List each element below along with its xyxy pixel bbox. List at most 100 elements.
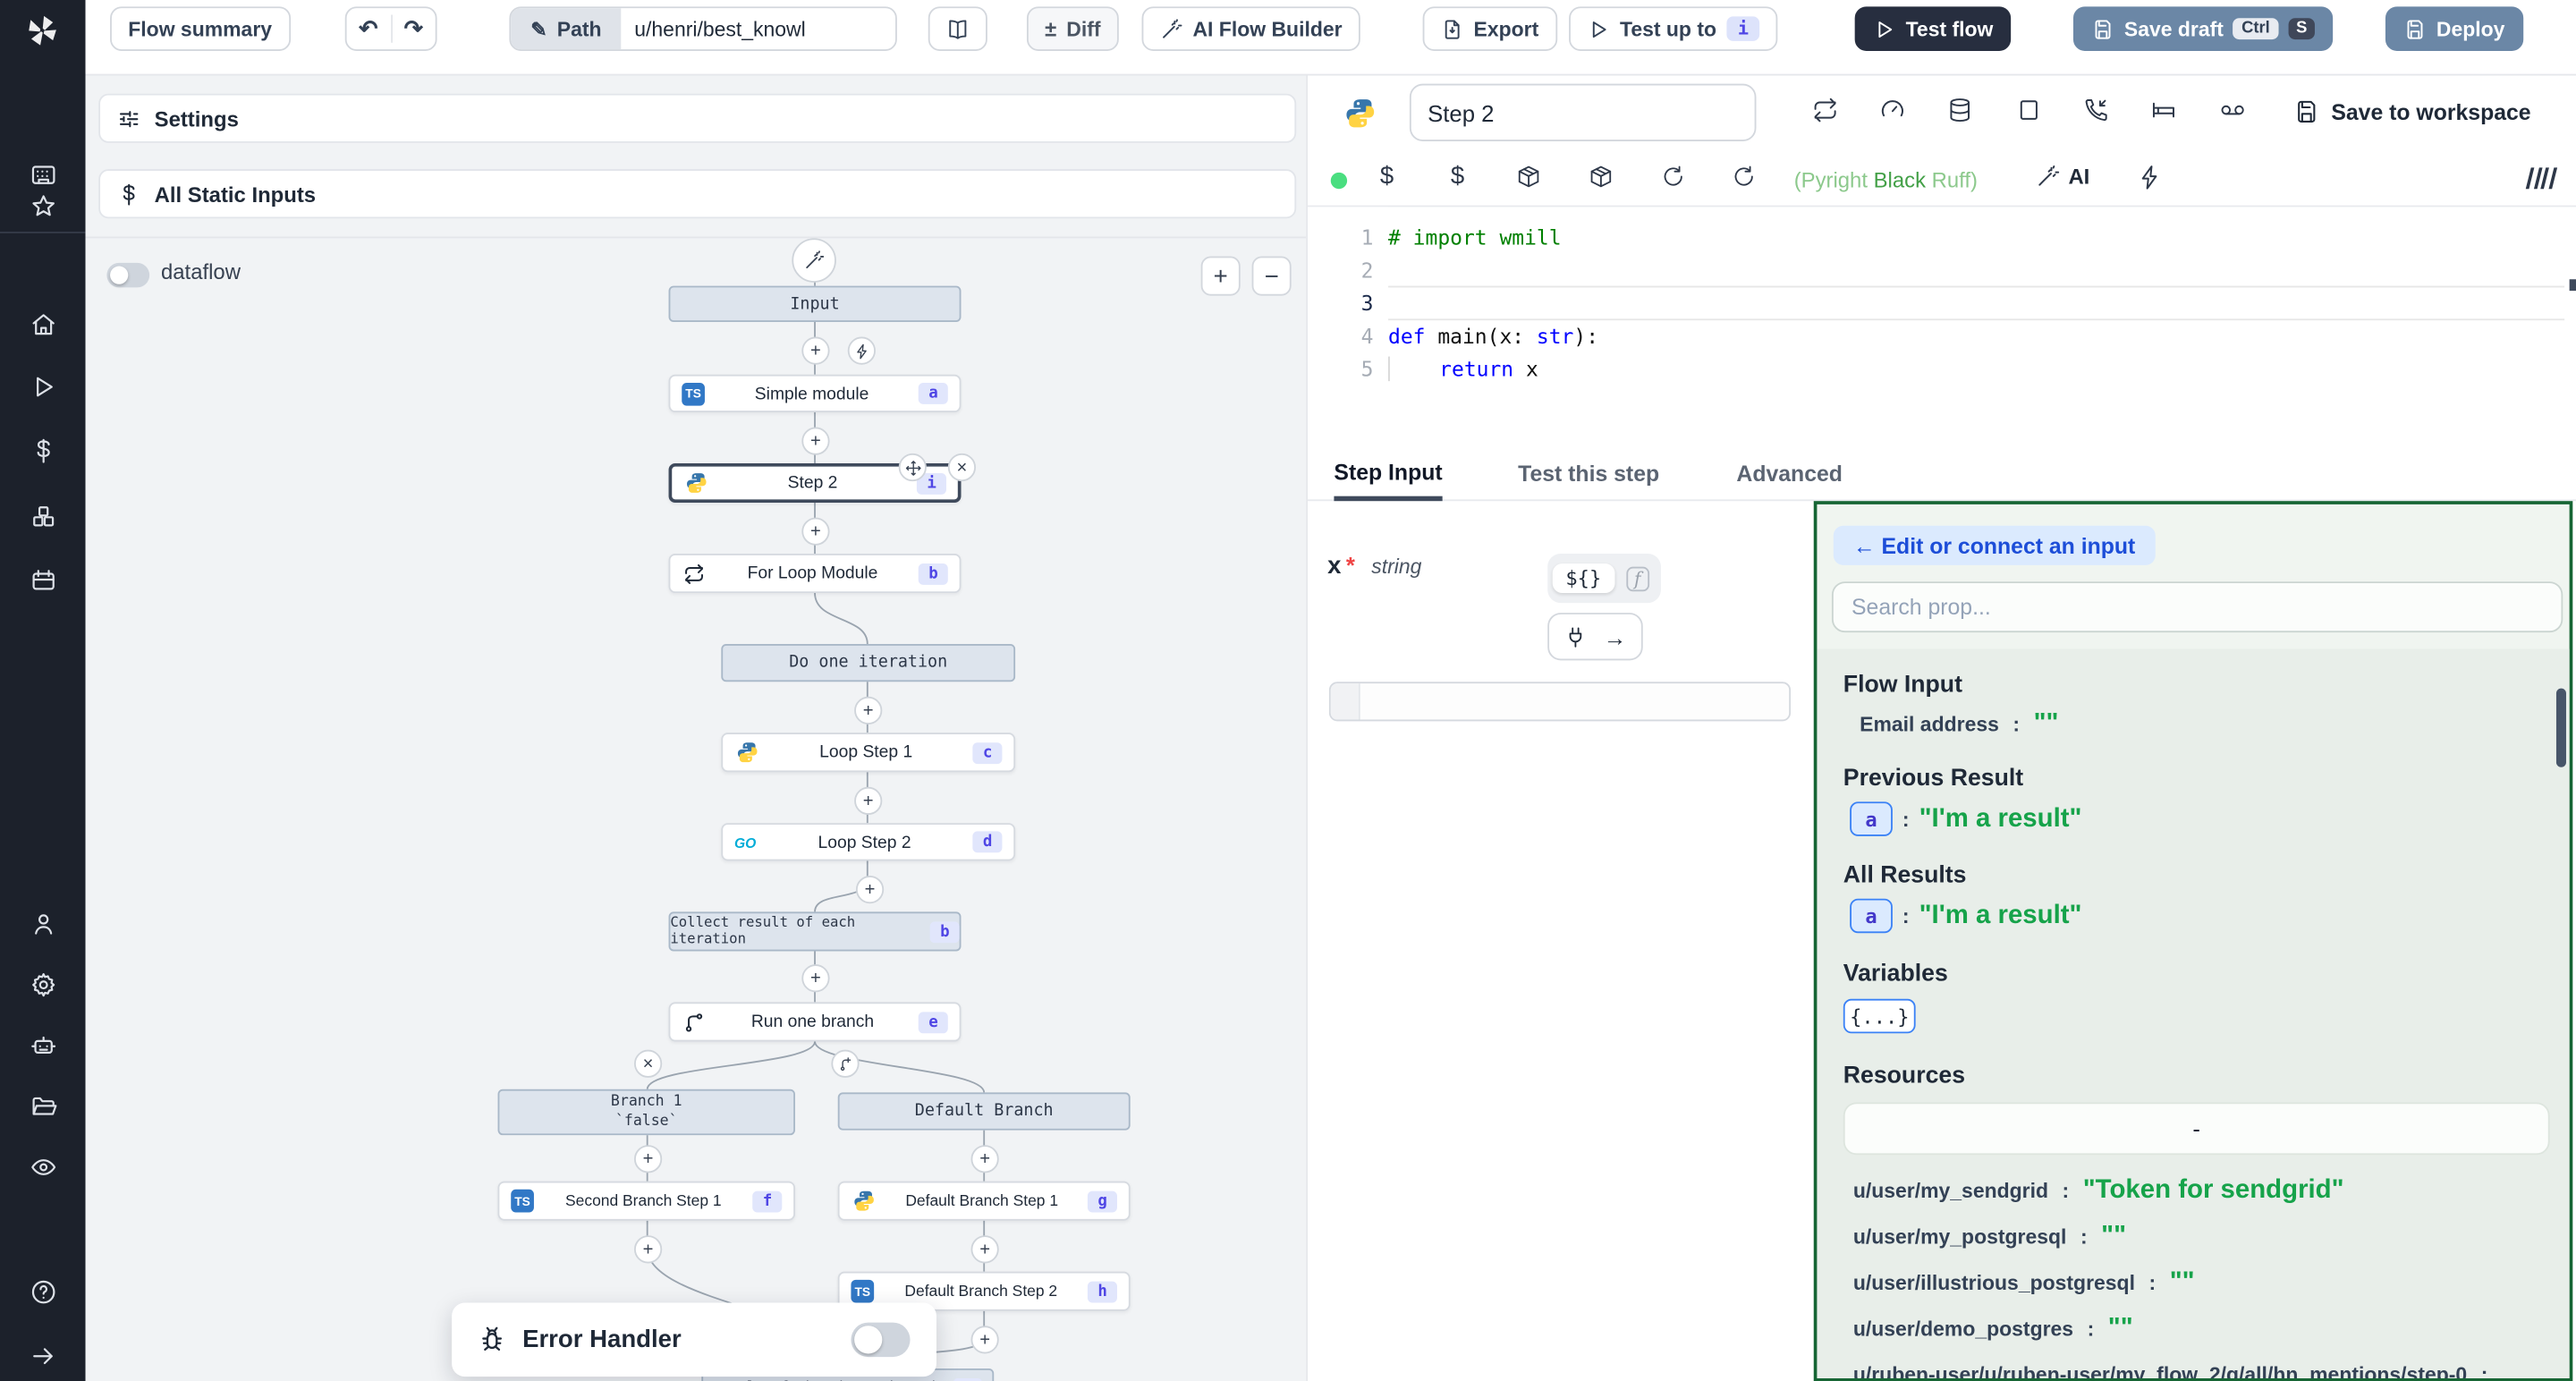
test-flow-button[interactable]: Test flow bbox=[1855, 6, 2012, 51]
resource-row[interactable]: u/user/my_sendgrid : "Token for sendgrid… bbox=[1853, 1176, 2550, 1206]
arg-value-input[interactable] bbox=[1329, 682, 1791, 721]
mock-square-icon[interactable] bbox=[2016, 97, 2042, 123]
folders-icon[interactable] bbox=[0, 1084, 86, 1127]
prop-picker-scroll[interactable]: Flow Input Email address : "" Previous R… bbox=[1817, 649, 2572, 1381]
add-step-icon[interactable]: + bbox=[801, 518, 829, 546]
add-step-icon[interactable]: + bbox=[801, 964, 829, 992]
connect-input-buttons[interactable]: → bbox=[1547, 613, 1643, 660]
search-prop-input[interactable] bbox=[1832, 581, 2563, 632]
workers-robot-icon[interactable] bbox=[0, 1023, 86, 1066]
resource-path[interactable]: u/user/illustrious_postgresql bbox=[1853, 1272, 2135, 1295]
flow-node-branch1[interactable]: Branch 1 `false` bbox=[498, 1089, 795, 1135]
resource-path[interactable]: u/user/my_postgresql bbox=[1853, 1225, 2067, 1249]
ai-flow-builder-button[interactable]: AI Flow Builder bbox=[1142, 6, 1360, 51]
flow-node-loop-step1[interactable]: Loop Step 1 c bbox=[721, 733, 1015, 772]
export-button[interactable]: Export bbox=[1423, 6, 1557, 51]
step-id-chip[interactable]: a bbox=[1850, 801, 1893, 836]
static-inputs-icon[interactable]: $ bbox=[1380, 163, 1394, 191]
package-icon[interactable] bbox=[1589, 165, 1614, 190]
undo-icon[interactable]: ↶ bbox=[347, 15, 393, 43]
flow-node-default-branch[interactable]: Default Branch bbox=[838, 1092, 1131, 1130]
resource-row[interactable]: u/user/illustrious_postgresql : "" bbox=[1853, 1268, 2550, 1298]
input-mode-toggle[interactable]: ${} f bbox=[1547, 554, 1660, 603]
tab-advanced[interactable]: Advanced bbox=[1736, 447, 1843, 502]
audit-eye-icon[interactable] bbox=[0, 1145, 86, 1188]
cache-database-icon[interactable] bbox=[1947, 97, 1973, 123]
arrow-right-icon[interactable]: → bbox=[1604, 623, 1627, 649]
flow-node-default-branch-step1[interactable]: Default Branch Step 1 g bbox=[838, 1182, 1131, 1221]
retries-icon[interactable] bbox=[1812, 97, 1838, 123]
expand-sidebar-arrow-icon[interactable] bbox=[0, 1334, 86, 1377]
prop-row[interactable]: a : "I'm a result" bbox=[1850, 801, 2549, 836]
zoom-out-button[interactable]: − bbox=[1252, 257, 1292, 296]
add-step-icon[interactable]: + bbox=[971, 1235, 999, 1263]
flow-canvas[interactable]: Settings All Static Inputs dataflow + − bbox=[86, 75, 1307, 1381]
resource-path[interactable]: u/user/my_sendgrid bbox=[1853, 1180, 2048, 1203]
add-branch-icon[interactable] bbox=[831, 1050, 859, 1078]
back-to-edit-button[interactable]: ← Edit or connect an input bbox=[1834, 526, 2156, 565]
add-step-icon[interactable]: + bbox=[971, 1145, 999, 1173]
add-step-icon[interactable]: + bbox=[634, 1145, 662, 1173]
flow-node-collect-result[interactable]: Collect result of each iteration b bbox=[669, 911, 962, 951]
add-step-icon[interactable]: + bbox=[971, 1326, 999, 1353]
collapse-branch-icon[interactable]: × bbox=[634, 1050, 662, 1078]
ai-gen-button[interactable]: AI bbox=[2036, 165, 2090, 190]
variables-picker-icon[interactable]: $ bbox=[1451, 163, 1464, 191]
favorites-star-icon[interactable] bbox=[0, 184, 86, 227]
add-step-icon[interactable]: + bbox=[854, 787, 882, 815]
move-step-icon[interactable] bbox=[899, 453, 927, 481]
resource-row[interactable]: u/ruben-user/u/ruben-user/my_flow_2/g/al… bbox=[1853, 1360, 2550, 1381]
function-mode-option[interactable]: f bbox=[1626, 566, 1649, 591]
runs-icon[interactable] bbox=[0, 365, 86, 408]
variables-icon[interactable] bbox=[0, 428, 86, 471]
library-icon[interactable] bbox=[2525, 167, 2555, 189]
flow-node-do-one-iteration[interactable]: Do one iteration bbox=[721, 644, 1015, 682]
save-to-workspace-button[interactable]: Save to workspace bbox=[2293, 98, 2531, 124]
prop-key[interactable]: Email address bbox=[1860, 713, 1999, 736]
diff-button[interactable]: ± Diff bbox=[1027, 6, 1119, 51]
error-handler-toggle[interactable] bbox=[851, 1323, 910, 1358]
suspend-phone-icon[interactable] bbox=[2083, 97, 2109, 123]
panel-scrollbar[interactable] bbox=[2556, 689, 2566, 767]
windmill-logo-icon[interactable] bbox=[0, 0, 86, 59]
path-value[interactable]: u/henri/best_knowl bbox=[622, 17, 819, 40]
users-icon[interactable] bbox=[0, 902, 86, 945]
deploy-button[interactable]: Deploy bbox=[2385, 6, 2523, 51]
resource-path[interactable]: u/ruben-user/u/ruben-user/my_flow_2/g/al… bbox=[1853, 1363, 2467, 1381]
schedules-icon[interactable] bbox=[0, 558, 86, 601]
error-handler-card[interactable]: Error Handler bbox=[452, 1303, 936, 1377]
docs-book-button[interactable] bbox=[928, 6, 987, 51]
flow-node-simple-module[interactable]: TS Simple module a bbox=[669, 375, 962, 412]
ai-flow-wand-button[interactable] bbox=[792, 238, 836, 283]
flow-summary-button[interactable]: Flow summary bbox=[110, 6, 290, 51]
tab-test-this-step[interactable]: Test this step bbox=[1518, 447, 1659, 502]
add-step-icon[interactable]: + bbox=[854, 697, 882, 724]
tab-step-input[interactable]: Step Input bbox=[1334, 447, 1442, 502]
resource-row[interactable]: u/user/my_postgresql : "" bbox=[1853, 1223, 2550, 1252]
package-icon[interactable] bbox=[1516, 165, 1541, 190]
resource-row[interactable]: u/user/demo_postgres : "" bbox=[1853, 1314, 2550, 1343]
add-step-icon[interactable]: + bbox=[801, 337, 829, 365]
sleep-bed-icon[interactable] bbox=[2150, 97, 2176, 123]
resources-icon[interactable] bbox=[0, 495, 86, 538]
remove-step-icon[interactable]: × bbox=[948, 453, 976, 481]
home-icon[interactable] bbox=[0, 302, 86, 345]
settings-gear-icon[interactable] bbox=[0, 962, 86, 1005]
flow-node-loop-step2[interactable]: GO Loop Step 2 d bbox=[721, 823, 1015, 860]
prop-row[interactable]: a : "I'm a result" bbox=[1850, 899, 2549, 934]
bolt-icon[interactable] bbox=[2138, 165, 2164, 191]
step-id-chip[interactable]: a bbox=[1850, 899, 1893, 934]
add-step-icon[interactable]: + bbox=[801, 428, 829, 455]
path-field[interactable]: ✎ Path u/henri/best_knowl bbox=[509, 6, 896, 51]
variables-object-chip[interactable]: {...} bbox=[1843, 999, 1916, 1034]
help-icon[interactable] bbox=[0, 1270, 86, 1313]
code-editor[interactable]: 1 2 3 4 5 # import wmill def main(x: str… bbox=[1308, 207, 2576, 442]
redo-icon[interactable]: ↷ bbox=[392, 15, 436, 43]
zoom-in-button[interactable]: + bbox=[1201, 257, 1241, 296]
save-draft-button[interactable]: Save draft Ctrl S bbox=[2073, 6, 2334, 51]
flow-node-input[interactable]: Input bbox=[669, 286, 962, 322]
early-stop-gauge-icon[interactable] bbox=[1879, 97, 1905, 123]
test-up-to-button[interactable]: Test up to i bbox=[1569, 6, 1778, 51]
add-step-icon[interactable]: + bbox=[856, 876, 884, 903]
reload-icon[interactable] bbox=[1732, 165, 1757, 190]
